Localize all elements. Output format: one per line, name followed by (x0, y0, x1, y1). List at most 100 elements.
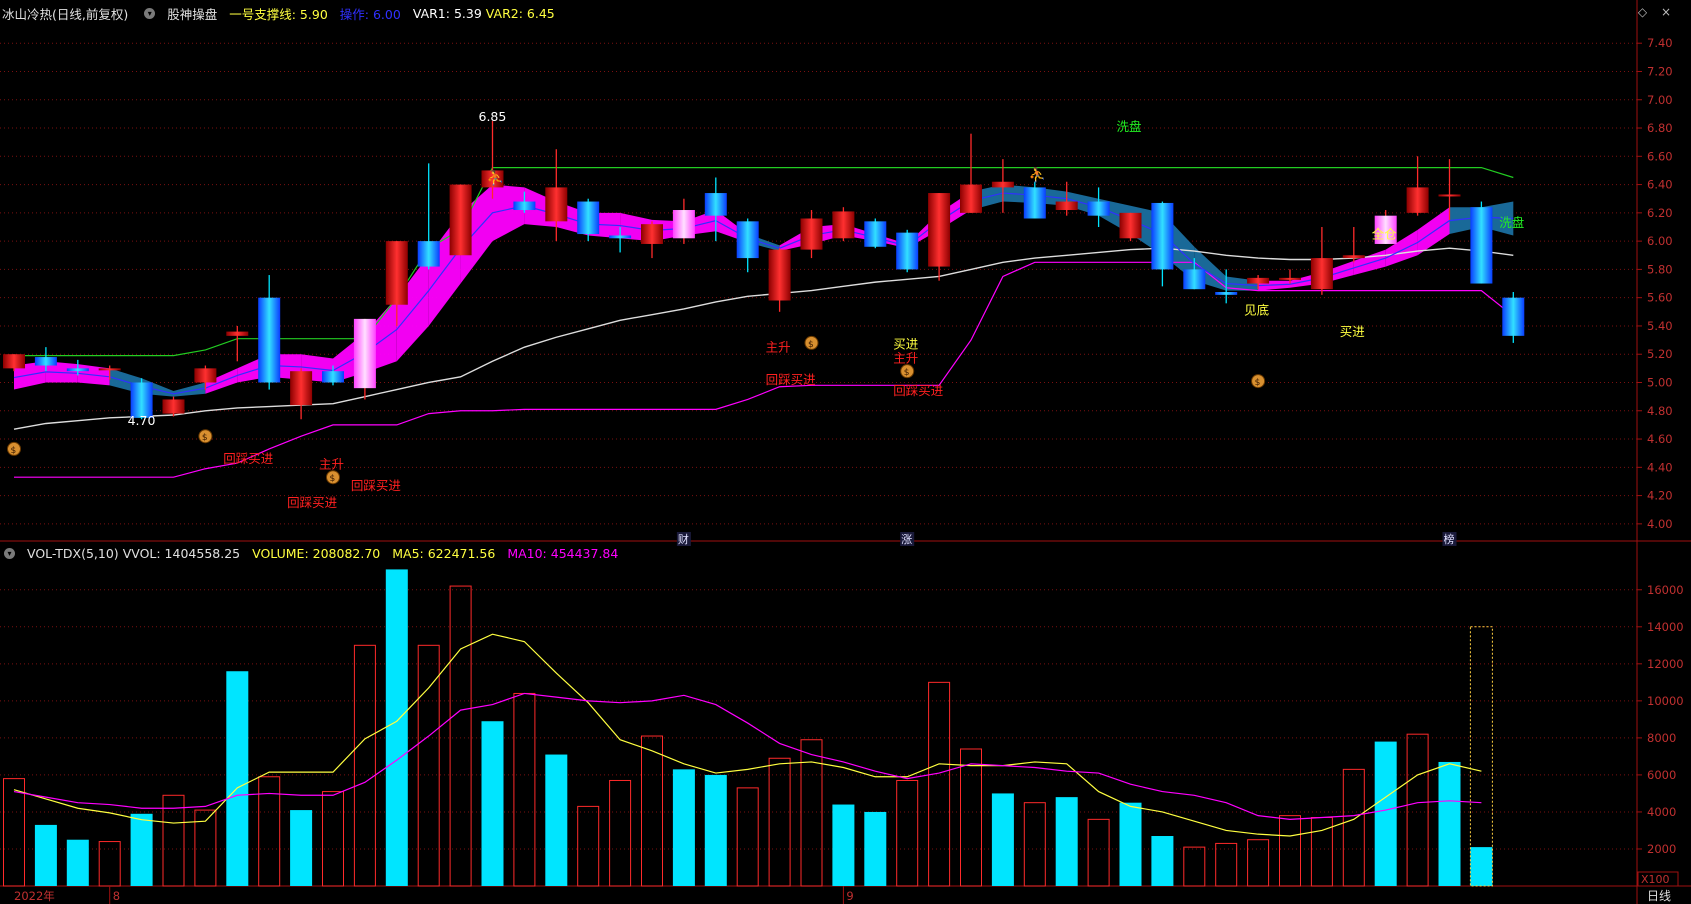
volume-tick-label: 10000 (1647, 694, 1684, 708)
volume-bar (34, 824, 57, 886)
candle-body (226, 331, 249, 336)
candle-body (641, 224, 663, 244)
volume-bar (481, 721, 504, 886)
chart-annotation: 回踩买进 (223, 451, 274, 466)
candle-body (3, 354, 25, 369)
multiplier-label: X100 (1641, 873, 1670, 886)
band-fill-segment (492, 184, 525, 242)
volume-tick-label: 12000 (1647, 657, 1684, 671)
candle-body (960, 184, 982, 213)
candle-body (1342, 255, 1365, 259)
candle-body (1310, 258, 1333, 290)
volume-bar (832, 804, 855, 886)
volume-bar (768, 757, 791, 887)
candle-body (1502, 297, 1525, 336)
price-tick-label: 7.20 (1647, 64, 1673, 78)
volume-bar (1087, 818, 1110, 887)
money-bag-glyph: $ (1255, 378, 1261, 388)
volume-bar (641, 735, 663, 887)
signal-figure-icon: ⛹ (1029, 166, 1046, 184)
volume-bar (449, 585, 472, 887)
event-marker-label: 榜 (1444, 532, 1455, 546)
candle-body (1151, 202, 1174, 270)
volume-bar (1247, 839, 1270, 887)
volume-bar (736, 787, 759, 887)
candle-body (1279, 277, 1301, 280)
candle-body (1438, 194, 1461, 197)
volume-bar (98, 841, 121, 887)
volume-bar (609, 779, 632, 887)
candle-body (66, 368, 89, 372)
volume-bar (577, 805, 600, 887)
volume-bar (545, 754, 568, 886)
candle-body (1470, 207, 1493, 284)
volume-bar (1119, 802, 1142, 886)
candle-body (353, 318, 376, 389)
price-tick-label: 6.40 (1647, 178, 1673, 192)
chart-annotation: 洗盘 (1117, 119, 1142, 134)
price-tick-label: 7.00 (1647, 93, 1673, 107)
candle-body (1215, 292, 1238, 295)
event-marker-label: 财 (678, 532, 689, 546)
chart-canvas: 6.854.70洗盘洗盘主升回踩买进买进主升回踩买进回踩买进 主升回踩买进回踩买进… (0, 0, 1691, 904)
volume-bar (1470, 847, 1493, 886)
candle-body (864, 221, 887, 247)
volume-bar (672, 769, 695, 886)
candle-body (1183, 269, 1206, 290)
chart-annotation: 买进 (1340, 324, 1366, 339)
green-support-line (14, 167, 1514, 357)
axes: 4.00 4.20 4.40 4.60 4.80 5.00 5.20 5.40 5.60 5.80… (1637, 36, 1684, 856)
volume-bar (513, 692, 536, 887)
volume-bar (704, 774, 727, 886)
signal-figure-icon: ⛹ (487, 169, 504, 187)
volume-tick-label: 4000 (1647, 805, 1676, 819)
candle-body (704, 193, 727, 216)
candle-body (385, 241, 408, 305)
event-marker-label: 涨 (901, 533, 912, 546)
candle-body (896, 232, 919, 270)
volume-bar (1342, 768, 1365, 887)
candle-body (545, 187, 568, 222)
volume-bar (991, 793, 1014, 886)
price-tick-label: 7.40 (1647, 36, 1673, 50)
chart-annotation: 买进 (893, 337, 919, 352)
x-month-label: 8 (113, 889, 120, 903)
candle-body (832, 211, 855, 239)
candle-body (513, 201, 536, 211)
volume-bar (960, 748, 982, 887)
volume-tick-label: 16000 (1647, 583, 1684, 597)
price-tick-label: 6.80 (1647, 121, 1673, 135)
price-tick-label: 4.60 (1647, 432, 1673, 446)
band-fill-segment (1353, 249, 1386, 276)
volume-bar (1279, 815, 1301, 887)
volume-bar (864, 811, 887, 886)
volume-bar (353, 644, 376, 887)
price-panel: 6.854.70洗盘洗盘主升回踩买进买进主升回踩买进回踩买进 主升回踩买进回踩买进… (3, 109, 1524, 546)
chart-annotation: 洗盘 (1499, 215, 1524, 230)
money-bag-glyph: $ (808, 340, 814, 350)
period-label: 日线 (1647, 889, 1671, 903)
chart-annotation: 主升 (893, 351, 918, 366)
price-tick-label: 4.20 (1647, 489, 1673, 503)
chart-annotation: 回踩买进 (351, 478, 402, 493)
volume-tick-label: 14000 (1647, 620, 1684, 634)
blue-mid-line (13, 192, 1514, 395)
volume-bar (1438, 761, 1461, 886)
volume-bar (290, 810, 313, 886)
candle-body (98, 368, 121, 371)
candle-body (1406, 187, 1429, 213)
volume-bar (1406, 733, 1429, 887)
volume-tick-label: 6000 (1647, 768, 1676, 782)
chart-annotation: 主升 (319, 457, 344, 472)
chart-annotation: 见底 (1244, 303, 1269, 318)
price-tick-label: 4.00 (1647, 517, 1673, 531)
volume-bar (130, 813, 153, 886)
volume-bar (896, 779, 919, 887)
candle-body (768, 249, 791, 301)
x-year-label: 2022年 (14, 889, 55, 903)
candle-body (1119, 212, 1142, 239)
candle-body (322, 371, 344, 383)
price-tick-label: 5.60 (1647, 291, 1673, 305)
money-bag-glyph: $ (202, 433, 208, 443)
volume-bar (385, 569, 408, 886)
